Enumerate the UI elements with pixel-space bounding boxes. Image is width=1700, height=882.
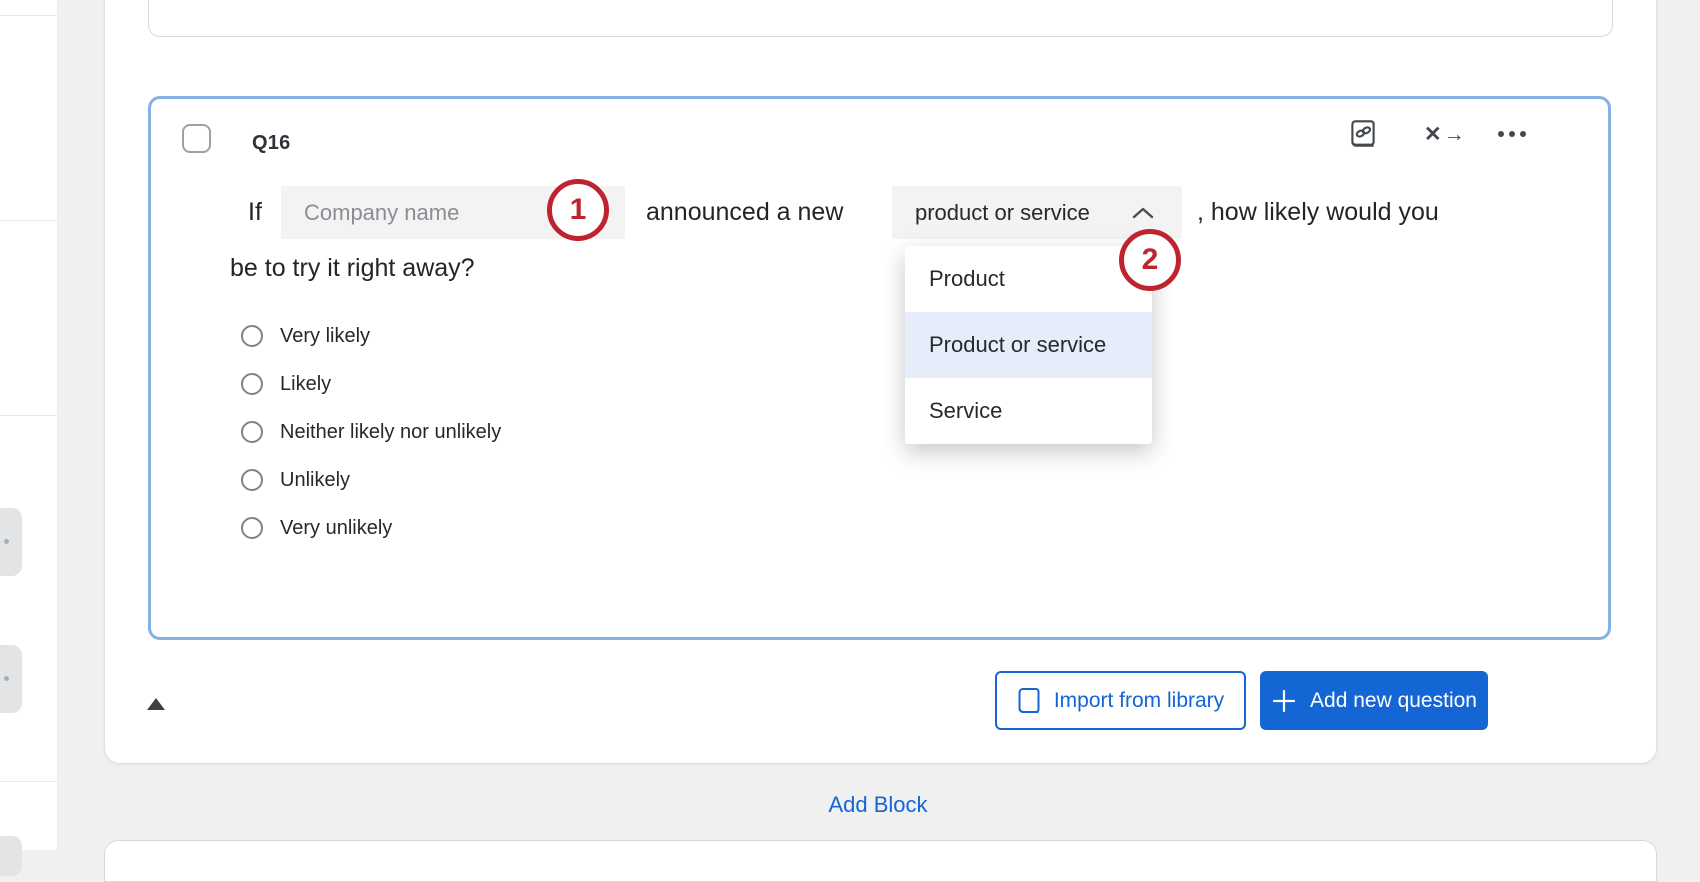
question-card-q16[interactable] <box>148 96 1611 640</box>
collapsed-panel-handle[interactable] <box>0 508 22 576</box>
handle-dot-icon <box>4 676 9 681</box>
next-block-card[interactable] <box>104 840 1657 882</box>
question-id-label: Q16 <box>252 132 290 155</box>
radio-icon[interactable] <box>241 517 263 539</box>
import-from-library-button[interactable]: Import from library <box>995 671 1246 730</box>
collapse-block-arrow[interactable] <box>147 698 165 710</box>
choice-row[interactable]: Very likely <box>230 322 370 350</box>
radio-icon[interactable] <box>241 325 263 347</box>
skip-logic-icon[interactable]: ✕→ <box>1424 122 1467 147</box>
choice-row[interactable]: Unlikely <box>230 466 350 494</box>
choice-label: Very likely <box>280 325 370 348</box>
choice-label: Likely <box>280 373 331 396</box>
add-block-link[interactable]: Add Block <box>778 792 978 818</box>
rail-divider <box>0 220 57 221</box>
handle-dot-icon <box>4 539 9 544</box>
rail-divider <box>0 781 57 782</box>
choice-row[interactable]: Likely <box>230 370 331 398</box>
previous-question-card[interactable] <box>148 0 1613 37</box>
choice-label: Neither likely nor unlikely <box>280 421 501 444</box>
dropdown-option-service[interactable]: Service <box>905 378 1152 444</box>
dropdown-menu: Product Product or service Service <box>905 246 1152 444</box>
choice-row[interactable]: Neither likely nor unlikely <box>230 418 501 446</box>
dropdown-option-product-or-service[interactable]: Product or service <box>905 312 1152 378</box>
rail-divider <box>0 15 57 16</box>
prompt-suffix: , how likely would you <box>1197 198 1439 227</box>
prompt-line2: be to try it right away? <box>230 254 475 283</box>
choice-label: Unlikely <box>280 469 350 492</box>
radio-icon[interactable] <box>241 421 263 443</box>
annotation-circle-1: 1 <box>547 179 609 241</box>
book-icon <box>1017 687 1041 715</box>
dropdown-option-product[interactable]: Product <box>905 246 1152 312</box>
plus-icon <box>1271 688 1297 714</box>
annotation-number: 2 <box>1142 243 1159 277</box>
more-options-icon[interactable] <box>1498 131 1526 137</box>
choice-label: Very unlikely <box>280 517 392 540</box>
question-select-checkbox[interactable] <box>182 124 211 153</box>
add-new-question-button[interactable]: Add new question <box>1260 671 1488 730</box>
rail-divider <box>0 415 57 416</box>
choice-row[interactable]: Very unlikely <box>230 514 392 542</box>
annotation-number: 1 <box>570 193 587 227</box>
import-button-label: Import from library <box>1054 689 1224 713</box>
add-button-label: Add new question <box>1310 689 1477 713</box>
chevron-up-icon <box>1132 207 1154 219</box>
prompt-middle: announced a new <box>646 198 843 227</box>
collapsed-panel-handle[interactable] <box>0 836 22 876</box>
radio-icon[interactable] <box>241 373 263 395</box>
company-name-placeholder: Company name <box>304 186 459 239</box>
prompt-prefix: If <box>248 198 262 227</box>
collapsed-panel-handle[interactable] <box>0 645 22 713</box>
radio-icon[interactable] <box>241 469 263 491</box>
left-rail <box>0 0 58 850</box>
copy-to-library-icon[interactable] <box>1346 117 1380 156</box>
dropdown-selected-value: product or service <box>915 186 1090 239</box>
annotation-circle-2: 2 <box>1119 229 1181 291</box>
